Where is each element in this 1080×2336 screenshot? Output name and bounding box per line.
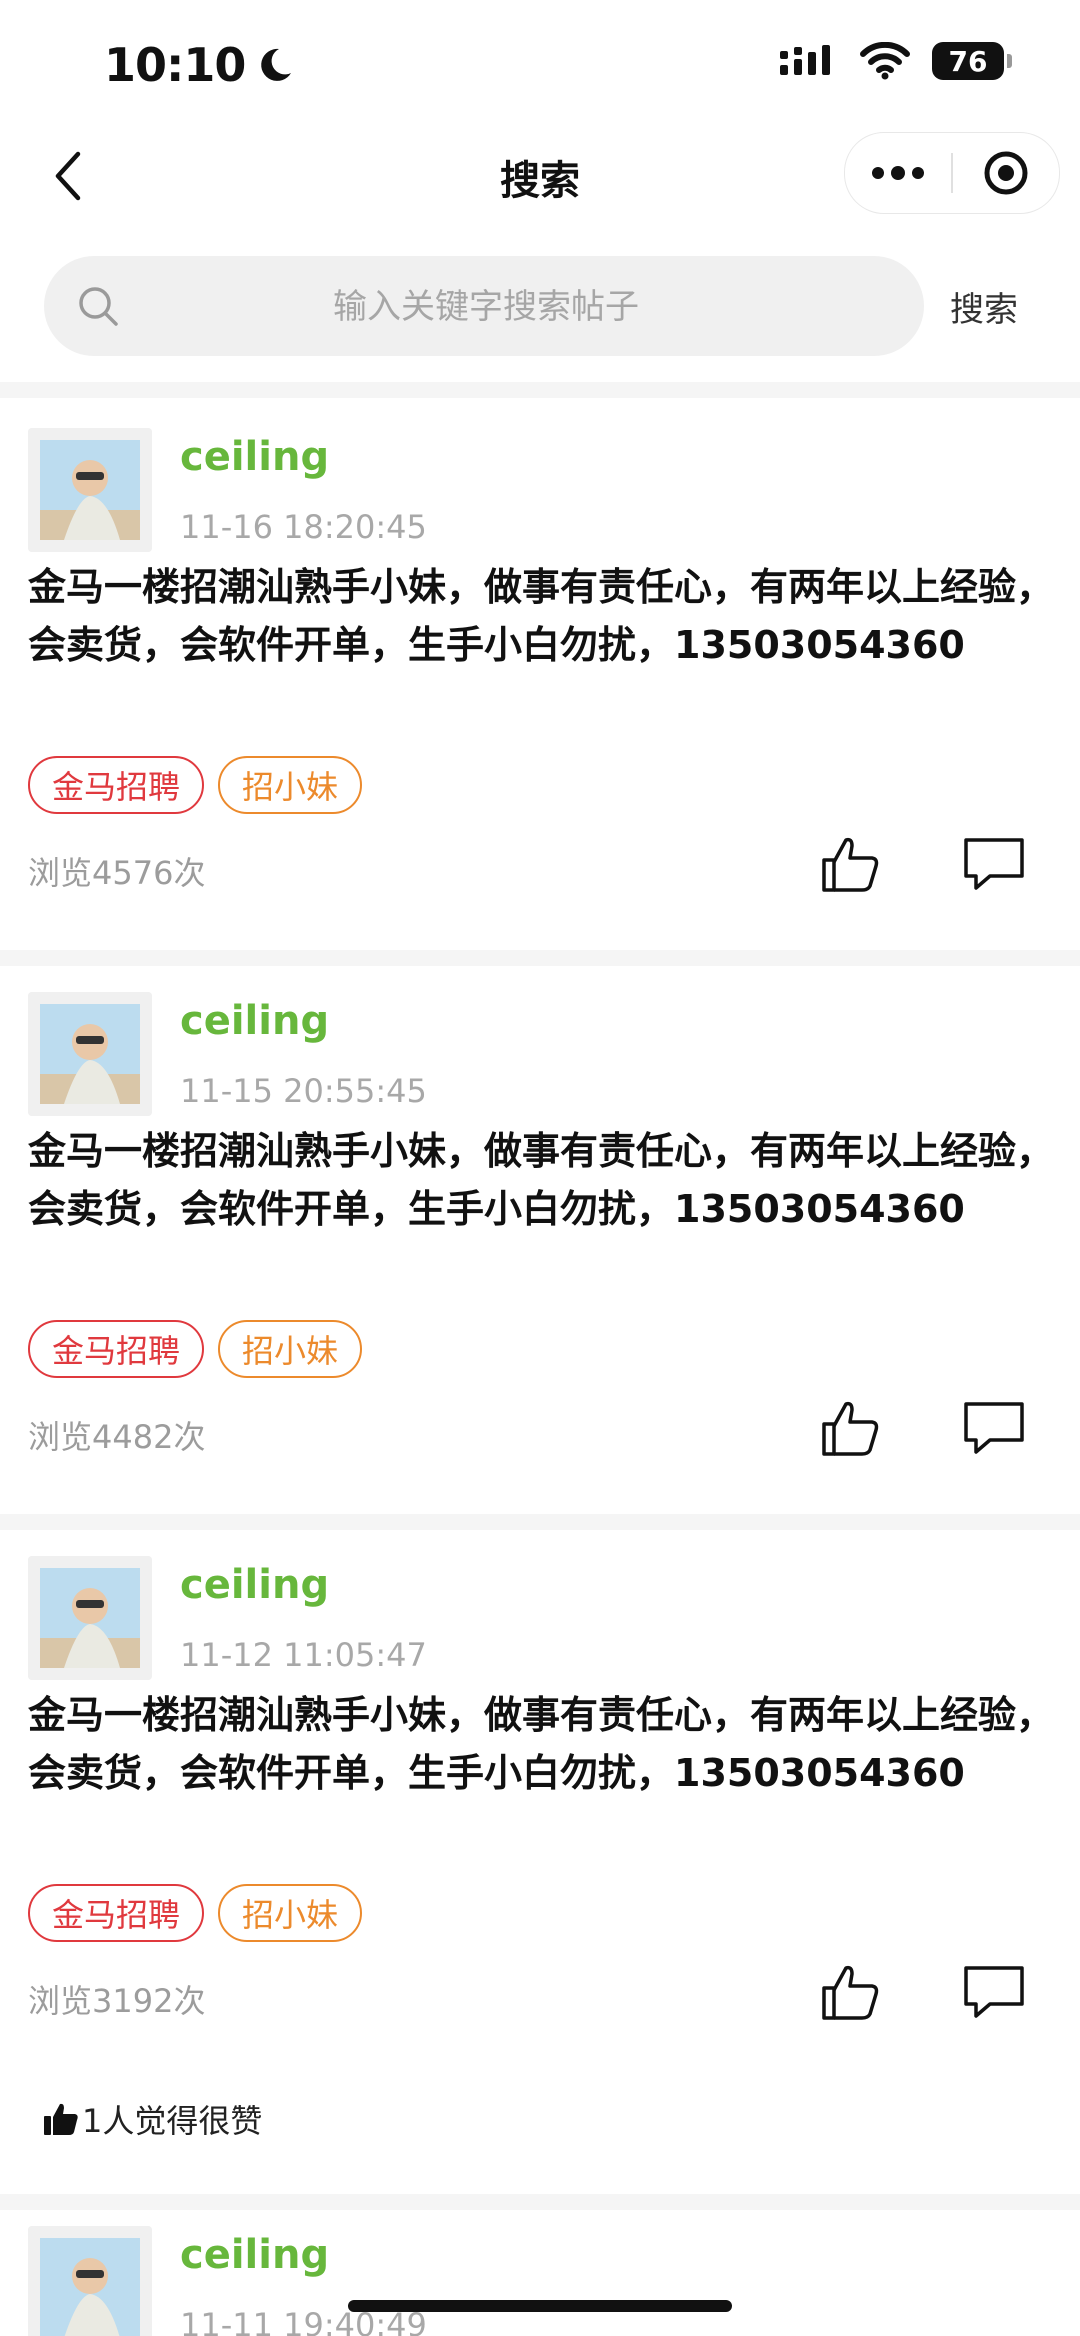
liked-summary-text: 1人觉得很赞 (82, 2102, 263, 2140)
search-icon (79, 287, 118, 326)
thumbs-up-icon[interactable] (818, 1960, 882, 2024)
tag[interactable]: 招小妹 (218, 756, 363, 814)
status-time: 10:10 (104, 38, 295, 92)
post-time: 11-15 20:55:45 (180, 1072, 427, 1110)
thumbs-up-icon[interactable] (818, 832, 882, 896)
search-input[interactable] (154, 256, 818, 358)
more-dots-icon (872, 166, 925, 180)
search-button[interactable]: 搜索 (950, 282, 1018, 331)
post-content[interactable]: 金马一楼招潮汕熟手小妹，做事有责任心，有两年以上经验，会卖货，会软件开单，生手小… (28, 1122, 1058, 1238)
search-row: 搜索 (0, 256, 1080, 358)
section-divider (0, 382, 1080, 398)
comment-icon[interactable] (962, 1962, 1026, 2022)
tag[interactable]: 招小妹 (218, 1320, 363, 1378)
avatar-photo (28, 2226, 152, 2336)
tag[interactable]: 招小妹 (218, 1884, 363, 1942)
avatar-photo (28, 428, 152, 552)
battery-level: 76 (948, 44, 988, 78)
thumbs-up-filled-icon (44, 2103, 78, 2135)
section-divider (0, 1514, 1080, 1530)
nav-bar: 搜索 (0, 128, 1080, 224)
username[interactable]: ceiling (180, 998, 329, 1044)
home-indicator[interactable] (348, 2300, 732, 2312)
search-box (44, 256, 924, 358)
status-bar: 10:10 76 (0, 0, 1080, 128)
post-card[interactable]: ceiling 11-16 18:20:45 金马一楼招潮汕熟手小妹，做事有责任… (0, 428, 1080, 928)
moon-icon (261, 48, 292, 81)
close-miniprogram-button[interactable] (953, 133, 1059, 213)
username[interactable]: ceiling (180, 434, 329, 480)
mini-program-capsule (844, 132, 1060, 214)
view-count: 浏览3192次 (28, 1982, 206, 2020)
clock: 10:10 (104, 38, 246, 92)
tag-list: 金马招聘 招小妹 (28, 756, 363, 814)
search-page: 10:10 76 搜索 输入关键字搜索帖子 搜索 ceiling 11-16 1… (0, 0, 1080, 2336)
tag[interactable]: 金马招聘 (28, 1320, 205, 1378)
battery-indicator: 76 (932, 42, 1012, 80)
section-divider (0, 950, 1080, 966)
comment-icon[interactable] (962, 834, 1026, 894)
tag-list: 金马招聘 招小妹 (28, 1320, 363, 1378)
username[interactable]: ceiling (180, 2232, 329, 2278)
status-indicators: 76 (778, 42, 1012, 80)
thumbs-up-icon[interactable] (818, 1396, 882, 1460)
avatar-photo (28, 992, 152, 1116)
more-button[interactable] (845, 133, 951, 213)
target-circle-icon (984, 151, 1028, 195)
wifi-icon (860, 42, 910, 80)
avatar[interactable] (28, 1556, 152, 1680)
avatar[interactable] (28, 428, 152, 552)
cellular-signal-icon (780, 45, 830, 75)
tag-list: 金马招聘 招小妹 (28, 1884, 363, 1942)
avatar[interactable] (28, 2226, 152, 2336)
tag[interactable]: 金马招聘 (28, 1884, 205, 1942)
view-count: 浏览4576次 (28, 854, 206, 892)
avatar[interactable] (28, 992, 152, 1116)
avatar-photo (28, 1556, 152, 1680)
post-time: 11-16 18:20:45 (180, 508, 427, 546)
username[interactable]: ceiling (180, 1562, 329, 1608)
post-content[interactable]: 金马一楼招潮汕熟手小妹，做事有责任心，有两年以上经验，会卖货，会软件开单，生手小… (28, 558, 1058, 674)
post-time: 11-12 11:05:47 (180, 1636, 427, 1674)
post-card[interactable]: ceiling 11-15 20:55:45 金马一楼招潮汕熟手小妹，做事有责任… (0, 992, 1080, 1492)
post-content[interactable]: 金马一楼招潮汕熟手小妹，做事有责任心，有两年以上经验，会卖货，会软件开单，生手小… (28, 1686, 1058, 1802)
tag[interactable]: 金马招聘 (28, 756, 205, 814)
liked-summary: 1人觉得很赞 (42, 2096, 262, 2142)
post-card[interactable]: ceiling 11-11 19:40:49 (0, 2226, 1080, 2336)
comment-icon[interactable] (962, 1398, 1026, 1458)
section-divider (0, 2194, 1080, 2210)
view-count: 浏览4482次 (28, 1418, 206, 1456)
